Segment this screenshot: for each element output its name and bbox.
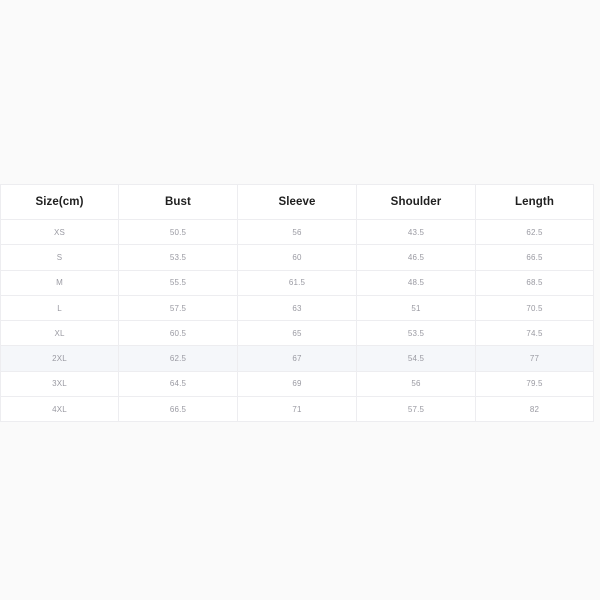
cell-bust: 53.5 [119, 245, 238, 270]
cell-size: XS [1, 220, 119, 245]
cell-length: 62.5 [476, 220, 594, 245]
size-chart-body: XS 50.5 56 43.5 62.5 S 53.5 60 46.5 66.5… [1, 220, 594, 422]
cell-size: L [1, 295, 119, 320]
size-chart-table: Size(cm) Bust Sleeve Shoulder Length XS … [0, 184, 594, 422]
table-row: 4XL 66.5 71 57.5 82 [1, 397, 594, 422]
cell-sleeve: 60 [238, 245, 357, 270]
column-header-shoulder: Shoulder [357, 185, 476, 220]
cell-sleeve: 71 [238, 397, 357, 422]
cell-sleeve: 69 [238, 371, 357, 396]
cell-shoulder: 46.5 [357, 245, 476, 270]
column-header-bust: Bust [119, 185, 238, 220]
cell-sleeve: 67 [238, 346, 357, 371]
cell-bust: 60.5 [119, 321, 238, 346]
table-row-highlighted: 2XL 62.5 67 54.5 77 [1, 346, 594, 371]
cell-shoulder: 54.5 [357, 346, 476, 371]
table-header-row: Size(cm) Bust Sleeve Shoulder Length [1, 185, 594, 220]
cell-length: 66.5 [476, 245, 594, 270]
cell-length: 79.5 [476, 371, 594, 396]
cell-sleeve: 65 [238, 321, 357, 346]
table-row: L 57.5 63 51 70.5 [1, 295, 594, 320]
size-chart-container: Size(cm) Bust Sleeve Shoulder Length XS … [0, 184, 593, 422]
cell-shoulder: 53.5 [357, 321, 476, 346]
cell-bust: 66.5 [119, 397, 238, 422]
cell-length: 77 [476, 346, 594, 371]
cell-size: 4XL [1, 397, 119, 422]
cell-bust: 57.5 [119, 295, 238, 320]
cell-size: XL [1, 321, 119, 346]
cell-sleeve: 56 [238, 220, 357, 245]
cell-size: S [1, 245, 119, 270]
cell-length: 74.5 [476, 321, 594, 346]
cell-shoulder: 43.5 [357, 220, 476, 245]
cell-bust: 50.5 [119, 220, 238, 245]
table-row: XS 50.5 56 43.5 62.5 [1, 220, 594, 245]
cell-size: M [1, 270, 119, 295]
cell-sleeve: 63 [238, 295, 357, 320]
table-row: S 53.5 60 46.5 66.5 [1, 245, 594, 270]
cell-shoulder: 48.5 [357, 270, 476, 295]
cell-length: 68.5 [476, 270, 594, 295]
cell-length: 70.5 [476, 295, 594, 320]
column-header-size: Size(cm) [1, 185, 119, 220]
cell-size: 2XL [1, 346, 119, 371]
column-header-length: Length [476, 185, 594, 220]
cell-shoulder: 51 [357, 295, 476, 320]
cell-bust: 64.5 [119, 371, 238, 396]
size-chart-header: Size(cm) Bust Sleeve Shoulder Length [1, 185, 594, 220]
cell-size: 3XL [1, 371, 119, 396]
cell-shoulder: 57.5 [357, 397, 476, 422]
table-row: XL 60.5 65 53.5 74.5 [1, 321, 594, 346]
table-row: M 55.5 61.5 48.5 68.5 [1, 270, 594, 295]
cell-bust: 55.5 [119, 270, 238, 295]
cell-length: 82 [476, 397, 594, 422]
table-row: 3XL 64.5 69 56 79.5 [1, 371, 594, 396]
cell-shoulder: 56 [357, 371, 476, 396]
column-header-sleeve: Sleeve [238, 185, 357, 220]
cell-bust: 62.5 [119, 346, 238, 371]
cell-sleeve: 61.5 [238, 270, 357, 295]
